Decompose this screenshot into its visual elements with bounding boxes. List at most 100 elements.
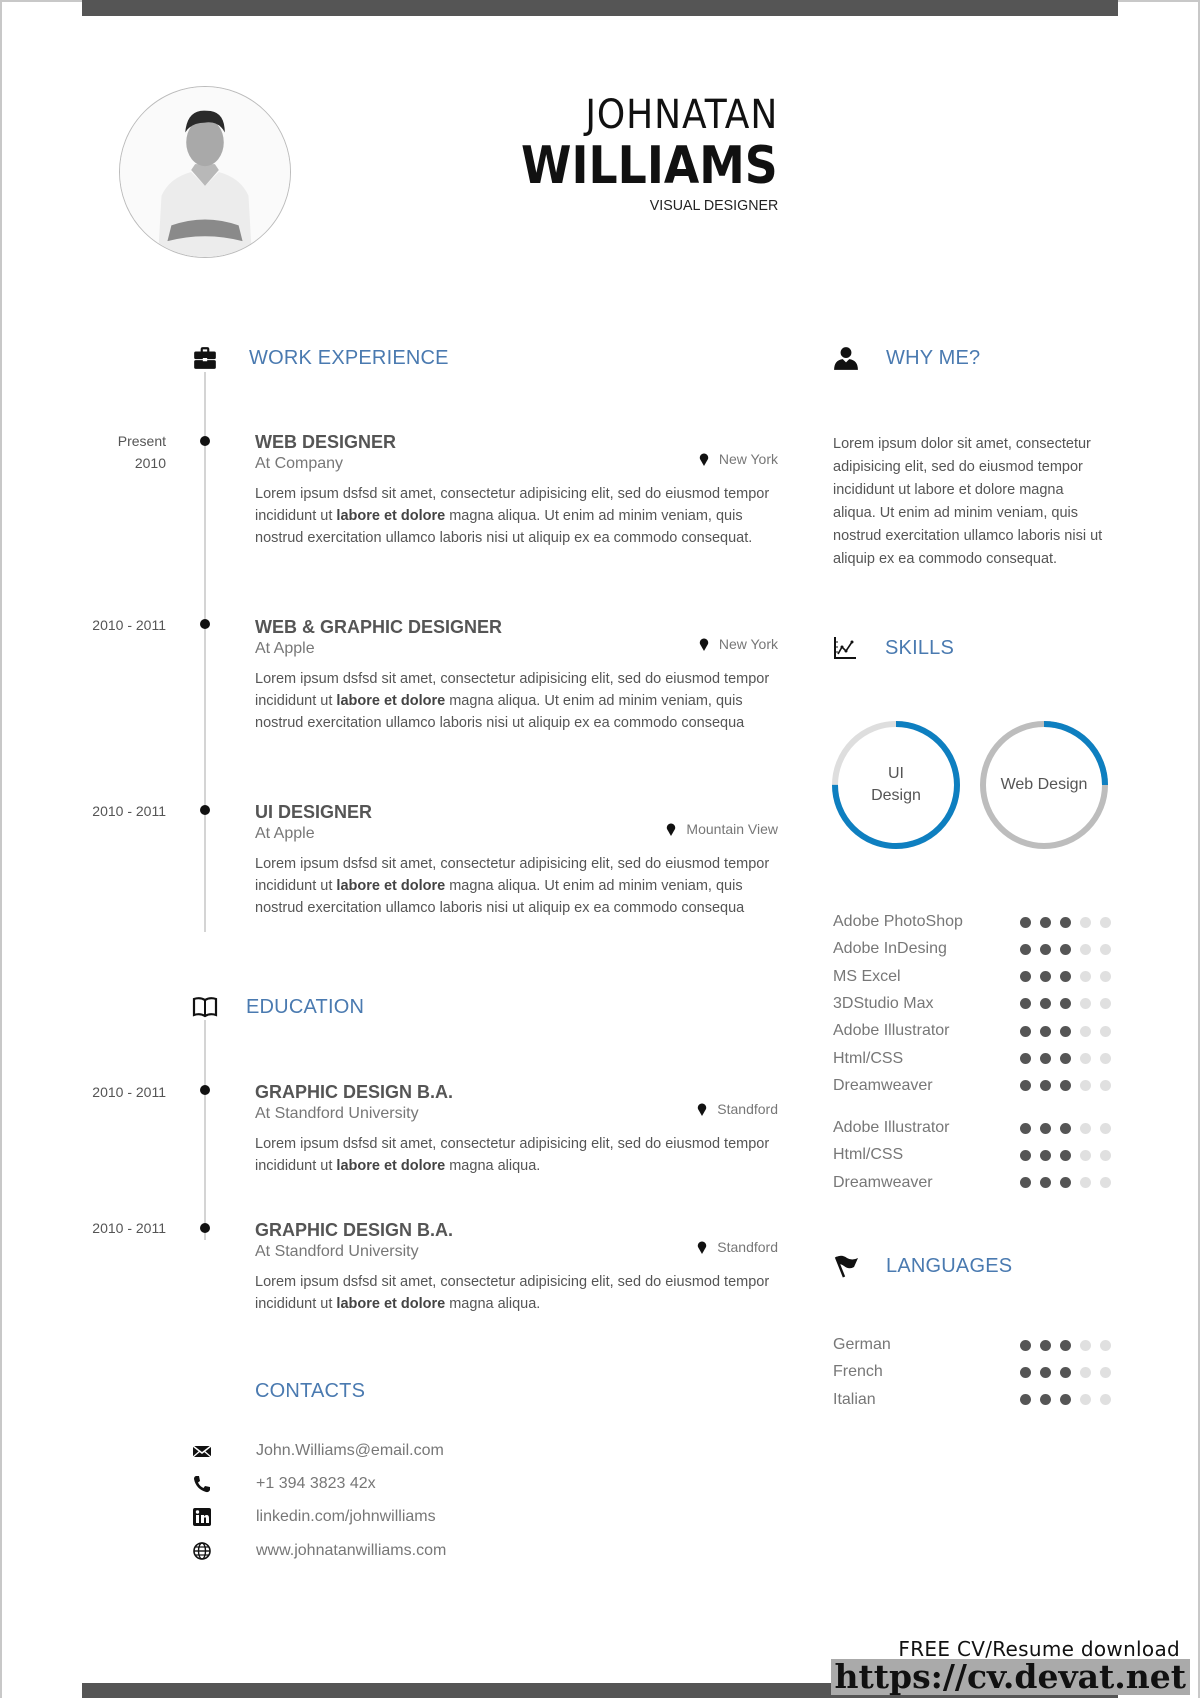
section-title-contacts: CONTACTS bbox=[255, 1380, 366, 1402]
rating-row: Dreamweaver bbox=[833, 1171, 1113, 1195]
rating-dot-filled bbox=[1060, 1394, 1071, 1406]
work-entry: WEB & GRAPHIC DESIGNER At Apple New York… bbox=[255, 616, 778, 756]
skill-gauge-web-design: Web Design bbox=[979, 720, 1109, 850]
rating-dot-filled bbox=[1040, 971, 1051, 983]
rating-row: MS Excel bbox=[833, 965, 1113, 989]
skill-gauge-ui-design: UI Design bbox=[831, 720, 961, 850]
location-text: Standford bbox=[717, 1101, 778, 1117]
rating-dot-empty bbox=[1080, 1394, 1091, 1406]
rating-dot-filled bbox=[1020, 1394, 1031, 1406]
education-entry: GRAPHIC DESIGN B.A. At Standford Univers… bbox=[255, 1219, 778, 1315]
rating-dot-empty bbox=[1080, 1177, 1091, 1189]
rating-dots bbox=[1020, 1025, 1111, 1037]
rating-dot-filled bbox=[1040, 916, 1051, 928]
rating-dot-empty bbox=[1080, 1366, 1091, 1378]
rating-dot-empty bbox=[1100, 1394, 1111, 1406]
entry-description: Lorem ipsum dsfsd sit amet, consectetur … bbox=[255, 1136, 770, 1174]
rating-dot-empty bbox=[1100, 1025, 1111, 1037]
rating-dot-filled bbox=[1060, 971, 1071, 983]
rating-dot-empty bbox=[1080, 1080, 1091, 1092]
job-role: VISUAL DESIGNER bbox=[649, 197, 778, 214]
rating-dot-filled bbox=[1020, 1053, 1031, 1064]
rating-dot-empty bbox=[1080, 943, 1091, 955]
entry-location: New York bbox=[699, 636, 778, 652]
rating-dot-filled bbox=[1060, 1339, 1071, 1351]
contact-text[interactable]: John.Williams@email.com bbox=[256, 1442, 444, 1460]
rating-name: Adobe Illustrator bbox=[833, 1119, 950, 1136]
entry-location: Standford bbox=[697, 1101, 778, 1117]
rating-dot-filled bbox=[1040, 1366, 1051, 1378]
timeline-dot bbox=[200, 1223, 210, 1233]
rating-name: German bbox=[833, 1336, 891, 1353]
map-pin-icon bbox=[698, 1103, 707, 1116]
rating-dot-empty bbox=[1080, 1053, 1091, 1064]
date-line: 2010 - 2011 bbox=[92, 803, 166, 819]
location-text: New York bbox=[718, 451, 778, 467]
rating-dots bbox=[1020, 943, 1111, 955]
entry-description: Lorem ipsum dsfsd sit amet, consectetur … bbox=[255, 671, 770, 731]
rating-dot-filled bbox=[1020, 916, 1031, 928]
rating-dots bbox=[1020, 1053, 1111, 1064]
rating-dot-empty bbox=[1080, 1149, 1091, 1161]
rating-row: Adobe InDesing bbox=[833, 937, 1113, 961]
rating-row: Html/CSS bbox=[833, 1143, 1113, 1167]
gauge-label: Web Design bbox=[1000, 776, 1088, 793]
rating-row: Html/CSS bbox=[833, 1047, 1113, 1071]
chart-icon bbox=[833, 636, 857, 660]
linkedin-icon bbox=[192, 1507, 212, 1527]
rating-dot-filled bbox=[1060, 1366, 1071, 1378]
entry-title: GRAPHIC DESIGN B.A. bbox=[255, 1220, 454, 1240]
rating-dot-empty bbox=[1100, 1366, 1111, 1378]
person-photo-icon bbox=[120, 87, 290, 257]
why-me-text: Lorem ipsum dolor sit amet, consectetur … bbox=[833, 436, 1103, 567]
rating-row: French bbox=[833, 1360, 1113, 1384]
rating-dot-filled bbox=[1040, 1025, 1051, 1037]
rating-dot-filled bbox=[1020, 1177, 1031, 1189]
location-text: New York bbox=[718, 636, 778, 652]
rating-dot-filled bbox=[1060, 1025, 1071, 1037]
rating-dot-filled bbox=[1020, 943, 1031, 955]
rating-row: Adobe PhotoShop bbox=[833, 910, 1113, 934]
rating-dot-filled bbox=[1060, 943, 1071, 955]
rating-name: Dreamweaver bbox=[833, 1173, 933, 1191]
entry-location: Mountain View bbox=[666, 821, 778, 837]
map-pin-icon bbox=[699, 638, 709, 651]
rating-dot-empty bbox=[1080, 916, 1091, 928]
rating-dots bbox=[1020, 916, 1111, 928]
user-icon bbox=[833, 345, 859, 371]
work-date: Present 2010 bbox=[118, 430, 166, 474]
timeline-dot bbox=[200, 436, 210, 446]
rating-dot-empty bbox=[1100, 943, 1111, 955]
rating-row: Adobe Illustrator bbox=[833, 1116, 1113, 1140]
rating-dot-filled bbox=[1060, 916, 1071, 928]
rating-dot-empty bbox=[1100, 1080, 1111, 1092]
rating-dot-filled bbox=[1060, 1149, 1071, 1161]
entry-title: WEB DESIGNER bbox=[255, 432, 397, 452]
section-title-work: WORK EXPERIENCE bbox=[249, 347, 449, 369]
contact-text[interactable]: +1 394 3823 42x bbox=[256, 1475, 376, 1493]
entry-description: Lorem ipsum dsfsd sit amet, consectetur … bbox=[255, 486, 770, 546]
gauge-label: UI Design bbox=[871, 765, 921, 804]
work-entry: UI DESIGNER At Apple Mountain View Lorem… bbox=[255, 801, 778, 941]
rating-dot-empty bbox=[1100, 998, 1111, 1010]
contact-linkedin[interactable]: linkedin.com/johnwilliams bbox=[192, 1504, 436, 1530]
rating-dot-empty bbox=[1100, 1053, 1111, 1064]
location-text: Standford bbox=[717, 1239, 778, 1255]
briefcase-icon bbox=[192, 345, 218, 371]
globe-icon bbox=[192, 1541, 212, 1561]
rating-dot-filled bbox=[1020, 1025, 1031, 1037]
rating-dot-filled bbox=[1040, 1080, 1051, 1092]
contact-phone[interactable]: +1 394 3823 42x bbox=[192, 1471, 376, 1497]
entry-description: Lorem ipsum dsfsd sit amet, consectetur … bbox=[255, 1274, 770, 1312]
contact-text[interactable]: www.johnatanwilliams.com bbox=[256, 1542, 446, 1560]
contact-text[interactable]: linkedin.com/johnwilliams bbox=[256, 1508, 436, 1526]
date-line: 2010 - 2011 bbox=[92, 617, 166, 633]
rating-dots bbox=[1020, 1149, 1111, 1161]
contact-email[interactable]: John.Williams@email.com bbox=[192, 1438, 444, 1464]
rating-dot-filled bbox=[1060, 1053, 1071, 1064]
rating-dot-empty bbox=[1080, 971, 1091, 983]
rating-dot-empty bbox=[1080, 1025, 1091, 1037]
contact-website[interactable]: www.johnatanwilliams.com bbox=[192, 1538, 446, 1564]
entry-location: Standford bbox=[697, 1239, 778, 1255]
rating-dots bbox=[1020, 1394, 1111, 1406]
